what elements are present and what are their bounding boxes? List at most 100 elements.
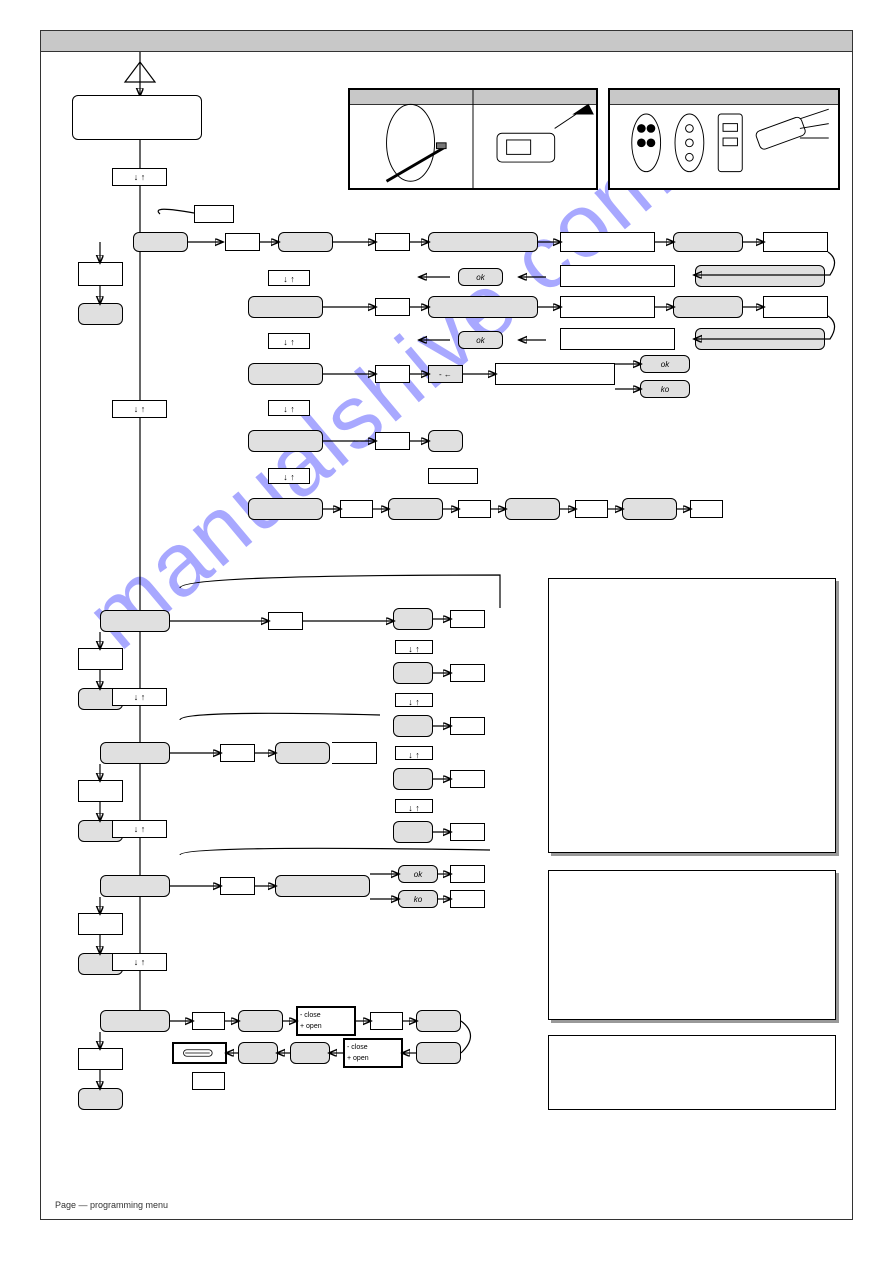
node	[428, 468, 478, 484]
menu-item	[100, 610, 170, 632]
node	[192, 1012, 225, 1030]
node	[416, 1010, 461, 1032]
nav-box: ↓ ↑	[112, 820, 167, 838]
node	[375, 365, 410, 383]
node	[238, 1042, 278, 1064]
info-panel-large	[548, 578, 836, 853]
opt	[393, 821, 433, 843]
menu-item	[248, 296, 323, 318]
nav-box: ↓ ↑	[112, 168, 167, 186]
node	[416, 1042, 461, 1064]
node	[450, 717, 485, 735]
opt	[393, 715, 433, 737]
node	[290, 1042, 330, 1064]
node	[450, 610, 485, 628]
ok-pill: ok	[458, 331, 503, 349]
nav-box: ↓ ↑	[268, 468, 310, 484]
nav-box: ↓ ↑	[112, 400, 167, 418]
opt	[393, 662, 433, 684]
illustration-panel-left	[348, 88, 598, 190]
menu-item	[278, 232, 333, 252]
menu-item	[100, 875, 170, 897]
info-panel-medium	[548, 870, 836, 1020]
node	[560, 328, 675, 350]
node	[194, 205, 234, 223]
nav-box: ↓ ↑	[112, 953, 167, 971]
node	[220, 877, 255, 895]
node	[220, 744, 255, 762]
node	[428, 430, 463, 452]
node	[695, 328, 825, 350]
node	[458, 500, 491, 518]
opt	[393, 608, 433, 630]
node	[505, 498, 560, 520]
node	[275, 742, 330, 764]
nav-box: ↓ ↑	[395, 746, 433, 760]
illustration-panel-right	[608, 88, 840, 190]
node	[332, 742, 377, 764]
node	[695, 265, 825, 287]
ko-pill: ko	[398, 890, 438, 908]
start-node: Main menu	[72, 95, 202, 140]
node	[763, 232, 828, 252]
footer-page: Page — programming menu	[55, 1200, 168, 1210]
node	[340, 500, 373, 518]
node	[450, 865, 485, 883]
node	[225, 233, 260, 251]
nav-box: ↓ ↑	[268, 333, 310, 349]
node	[450, 823, 485, 841]
node	[370, 1012, 403, 1030]
node	[375, 432, 410, 450]
ok-pill: ok	[458, 268, 503, 286]
node	[622, 498, 677, 520]
nav-box: ↓ ↑	[268, 400, 310, 416]
menu-item	[100, 742, 170, 764]
menu-item	[100, 1010, 170, 1032]
close-open-box: - close+ open	[343, 1038, 403, 1068]
menu-item	[428, 232, 538, 252]
node	[268, 612, 303, 630]
node	[388, 498, 443, 520]
menu-item	[248, 498, 323, 520]
node	[78, 303, 123, 325]
node	[375, 298, 410, 316]
menu-item	[428, 296, 538, 318]
node	[495, 363, 615, 385]
node	[238, 1010, 283, 1032]
nav-box: ↓ ↑	[112, 688, 167, 706]
ok-pill: ok	[640, 355, 690, 373]
dash-sym: - ←	[428, 365, 463, 383]
node	[560, 232, 655, 252]
node	[560, 296, 655, 318]
node	[78, 1088, 123, 1110]
node	[560, 265, 675, 287]
nav-box: ↓ ↑	[268, 270, 310, 286]
node	[78, 648, 123, 670]
node	[192, 1072, 225, 1090]
ko-pill: ko	[640, 380, 690, 398]
menu-item	[248, 363, 323, 385]
ok-pill: ok	[398, 865, 438, 883]
node	[450, 770, 485, 788]
node	[78, 780, 123, 802]
node	[78, 913, 123, 935]
nav-box: ↓ ↑	[395, 640, 433, 654]
header-bar	[40, 30, 853, 52]
node	[78, 262, 123, 286]
close-open-box: - close+ open	[296, 1006, 356, 1036]
nav-box: ↓ ↑	[395, 799, 433, 813]
menu-item	[248, 430, 323, 452]
node	[575, 500, 608, 518]
menu-item	[133, 232, 188, 252]
node	[450, 890, 485, 908]
node	[690, 500, 723, 518]
node	[275, 875, 370, 897]
node	[450, 664, 485, 682]
node	[763, 296, 828, 318]
pencil-box	[172, 1042, 227, 1064]
nav-box: ↓ ↑	[395, 693, 433, 707]
node	[78, 1048, 123, 1070]
menu-item	[673, 232, 743, 252]
opt	[393, 768, 433, 790]
node	[375, 233, 410, 251]
